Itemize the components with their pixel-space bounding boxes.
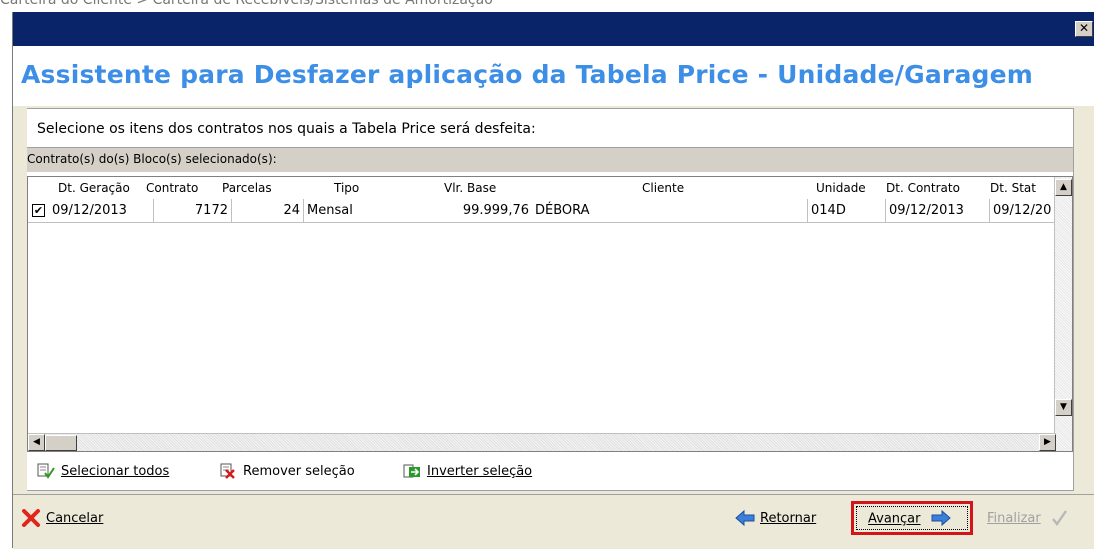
remove-selection-button[interactable]: Remover seleção xyxy=(219,461,355,483)
wizard-header: Assistente para Desfazer aplicação da Ta… xyxy=(13,46,1094,106)
cell-cliente: DÉBORA xyxy=(532,199,808,223)
cell-tipo: Mensal xyxy=(304,199,414,223)
next-label: Avançar xyxy=(868,511,921,527)
cell-vlr-base: 99.999,76 xyxy=(414,199,532,223)
invert-selection-button[interactable]: Inverter seleção xyxy=(403,461,532,483)
column-header-vlr-base[interactable]: Vlr. Base xyxy=(444,177,497,199)
column-header-dt-stat[interactable]: Dt. Stat xyxy=(990,177,1036,199)
cell-unidade: 014D xyxy=(808,199,886,223)
finish-check-icon xyxy=(1051,509,1067,526)
scroll-left-icon[interactable]: ◀ xyxy=(28,434,45,451)
select-all-icon xyxy=(37,463,55,479)
content-panel: Selecione os itens dos contratos nos qua… xyxy=(27,108,1074,491)
breadcrumb: Carteira do Cliente > Carteira de Recebí… xyxy=(0,0,493,8)
wizard-window: ✕ Assistente para Desfazer aplicação da … xyxy=(12,12,1094,549)
scroll-up-icon[interactable]: ▲ xyxy=(1055,179,1072,196)
column-header-tipo[interactable]: Tipo xyxy=(334,177,360,199)
cell-contrato: 7172 xyxy=(154,199,232,223)
invert-selection-label: Inverter seleção xyxy=(427,464,533,479)
cell-parcelas: 24 xyxy=(232,199,304,223)
cell-dt-contrato: 09/12/2013 xyxy=(886,199,990,223)
remove-selection-label: Remover seleção xyxy=(243,464,355,479)
next-button[interactable]: Avançar xyxy=(851,501,973,535)
scroll-thumb[interactable] xyxy=(45,435,77,451)
group-bar: Contrato(s) do(s) Bloco(s) selecionado(s… xyxy=(27,147,1073,172)
cell-dt-geracao-value: 09/12/2013 xyxy=(52,203,127,218)
arrow-right-icon xyxy=(931,509,951,527)
back-button[interactable]: Retornar xyxy=(735,507,816,531)
row-checkbox[interactable]: ✔ xyxy=(32,204,45,217)
select-all-button[interactable]: Selecionar todos xyxy=(37,461,169,483)
horizontal-scrollbar[interactable]: ◀ ▶ xyxy=(28,433,1056,451)
remove-selection-icon xyxy=(220,463,235,479)
wizard-footer: Cancelar Retornar Avançar Finalizar xyxy=(13,494,1094,549)
column-header-cliente[interactable]: Cliente xyxy=(642,177,685,199)
column-header-dt-contrato[interactable]: Dt. Contrato xyxy=(886,177,960,199)
page-title: Assistente para Desfazer aplicação da Ta… xyxy=(21,60,1034,89)
next-button-content: Avançar xyxy=(868,509,951,529)
scroll-right-icon[interactable]: ▶ xyxy=(1039,434,1056,451)
cancel-button[interactable]: Cancelar xyxy=(21,507,103,531)
column-header-unidade[interactable]: Unidade xyxy=(816,177,866,199)
select-all-label: Selecionar todos xyxy=(61,464,170,479)
cancel-icon xyxy=(22,508,40,527)
vertical-scrollbar[interactable]: ▲ ▼ xyxy=(1054,177,1072,451)
table-row[interactable]: ✔ 09/12/2013 7172 24 Mensal 99.999,76 DÉ… xyxy=(28,199,1058,223)
contracts-grid: Dt. Geração Contrato Parcelas Tipo Vlr. … xyxy=(27,176,1073,452)
finish-button[interactable]: Finalizar xyxy=(987,507,1069,531)
instruction-text: Selecione os itens dos contratos nos qua… xyxy=(37,121,536,137)
close-button[interactable]: ✕ xyxy=(1075,21,1093,37)
column-header-dt-geracao[interactable]: Dt. Geração xyxy=(58,177,130,199)
cell-dt-geracao: ✔ 09/12/2013 xyxy=(28,199,154,223)
invert-selection-icon xyxy=(403,464,420,477)
scroll-down-icon[interactable]: ▼ xyxy=(1055,399,1072,416)
finish-label: Finalizar xyxy=(987,511,1041,526)
window-titlebar: ✕ xyxy=(13,12,1094,46)
group-bar-label: Contrato(s) do(s) Bloco(s) selecionado(s… xyxy=(27,152,277,166)
column-header-parcelas[interactable]: Parcelas xyxy=(222,177,272,199)
column-header-contrato[interactable]: Contrato xyxy=(146,177,199,199)
back-label: Retornar xyxy=(760,511,817,526)
cancel-label: Cancelar xyxy=(46,511,104,526)
cell-dt-stat: 09/12/20 xyxy=(990,199,1058,223)
arrow-left-icon xyxy=(735,509,755,526)
